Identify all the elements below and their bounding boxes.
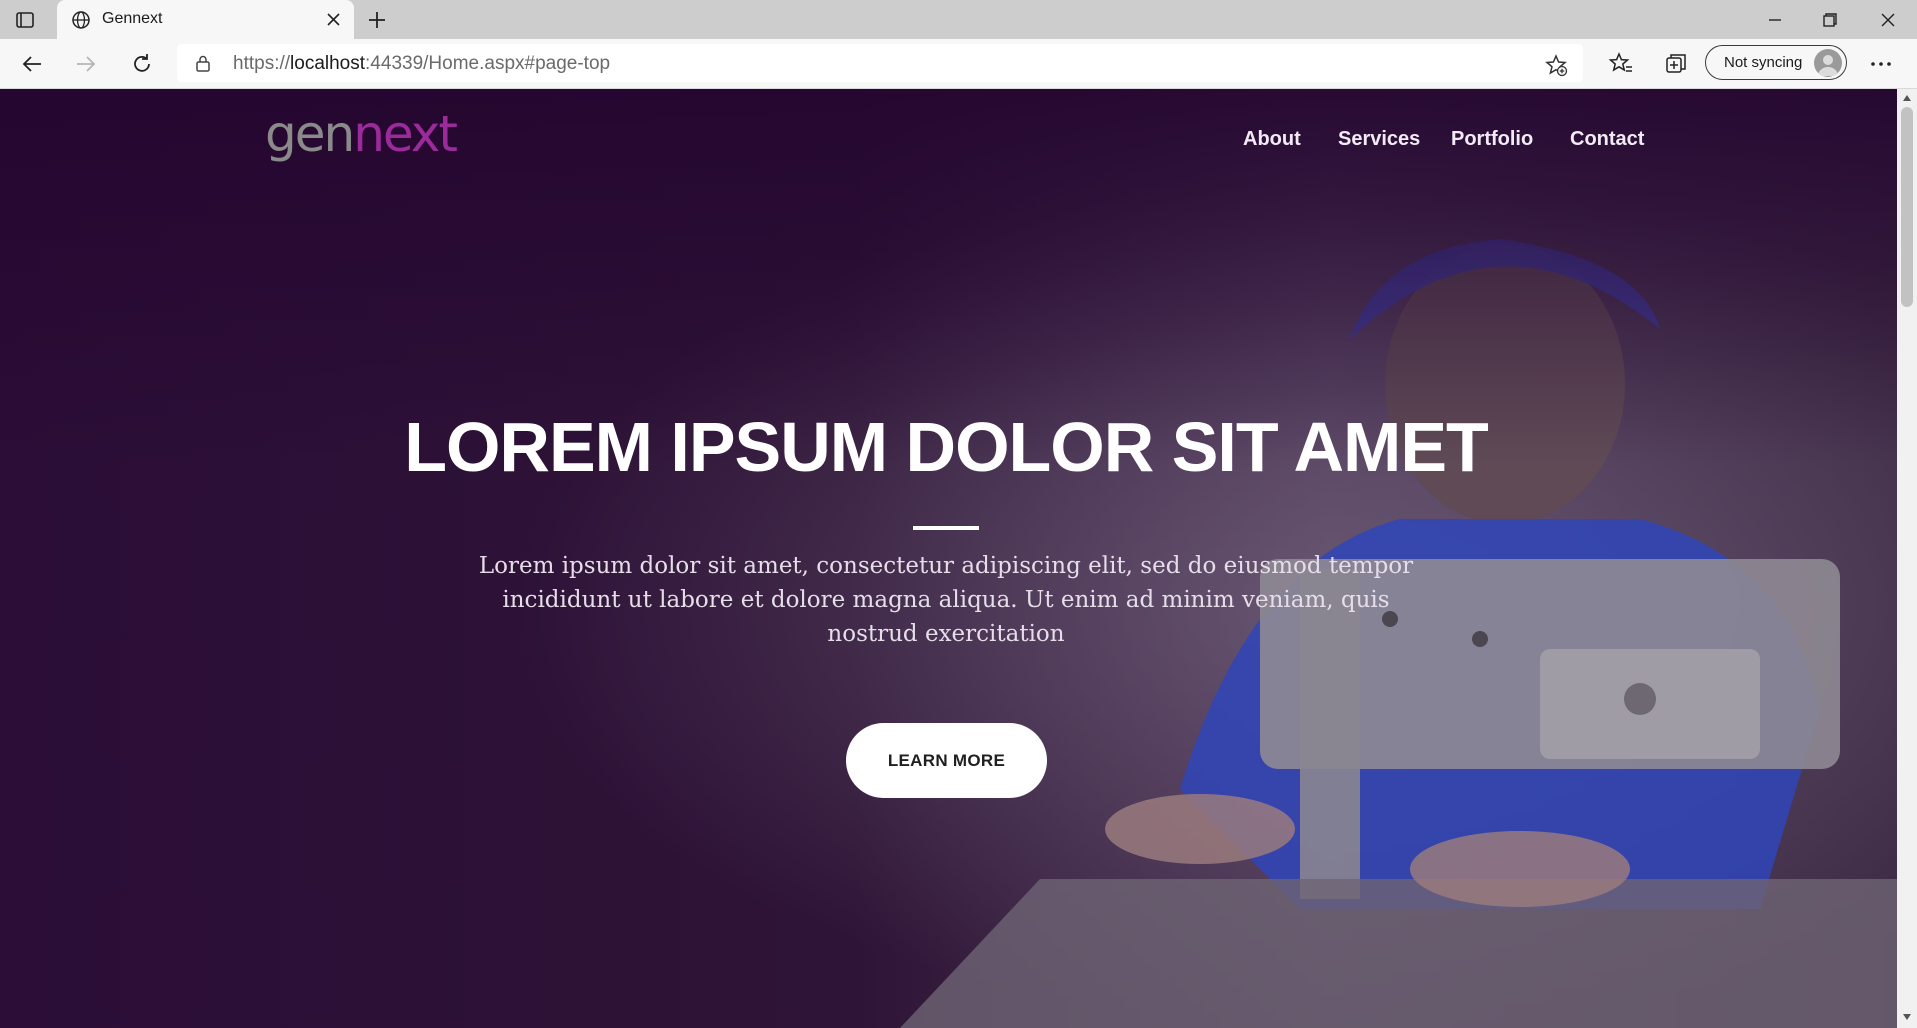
hero-divider	[913, 526, 979, 530]
sync-status-label: Not syncing	[1724, 54, 1803, 71]
nav-link-contact[interactable]: Contact	[1570, 128, 1644, 151]
logo-next-text: next	[353, 105, 458, 163]
refresh-icon[interactable]	[129, 51, 155, 77]
favorites-icon[interactable]	[1608, 51, 1634, 77]
hero-description: Lorem ipsum dolor sit amet, consectetur …	[478, 553, 1414, 647]
hero-title: LOREM IPSUM DOLOR SIT AMET	[404, 408, 1489, 486]
tab-actions-menu-icon[interactable]	[14, 10, 36, 30]
more-options-icon[interactable]	[1868, 51, 1894, 77]
url-path: :44339/Home.aspx#page-top	[365, 53, 611, 74]
browser-toolbar: https://localhost:44339/Home.aspx#page-t…	[0, 39, 1917, 89]
profile-sync-button[interactable]: Not syncing	[1705, 45, 1847, 80]
add-favorite-icon[interactable]	[1544, 53, 1568, 77]
globe-icon	[72, 11, 90, 29]
collections-icon[interactable]	[1663, 51, 1689, 77]
scrollbar-thumb[interactable]	[1901, 107, 1913, 307]
address-bar[interactable]: https://localhost:44339/Home.aspx#page-t…	[177, 44, 1583, 82]
nav-link-services[interactable]: Services	[1338, 128, 1420, 151]
url-scheme: https://	[233, 53, 291, 74]
url-host: localhost	[290, 53, 366, 74]
restore-window-icon[interactable]	[1818, 8, 1842, 32]
logo-gen-text: gen	[265, 105, 355, 163]
learn-more-button[interactable]: LEARN MORE	[846, 723, 1047, 798]
nav-link-portfolio[interactable]: Portfolio	[1451, 128, 1533, 151]
browser-tab-bar: Gennext	[0, 0, 1917, 39]
page-scrollbar[interactable]	[1897, 89, 1917, 1028]
tab-title: Gennext	[102, 10, 163, 27]
minimize-window-icon[interactable]	[1763, 8, 1787, 32]
page-viewport: gennext About Services Portfolio Contact…	[0, 89, 1897, 1028]
forward-arrow-icon[interactable]	[73, 51, 99, 77]
scroll-down-arrow-icon[interactable]	[1901, 1011, 1913, 1023]
close-window-icon[interactable]	[1876, 8, 1900, 32]
close-tab-icon[interactable]	[325, 11, 342, 28]
gennext-logo[interactable]: gennext	[265, 104, 458, 164]
back-arrow-icon[interactable]	[19, 51, 45, 77]
profile-avatar-icon	[1814, 49, 1842, 77]
lock-icon[interactable]	[194, 54, 212, 72]
new-tab-plus-icon[interactable]	[365, 8, 389, 32]
nav-link-about[interactable]: About	[1243, 128, 1301, 151]
scroll-up-arrow-icon[interactable]	[1901, 92, 1913, 104]
browser-tab-gennext[interactable]: Gennext	[57, 0, 354, 39]
url-text[interactable]: https://localhost:44339/Home.aspx#page-t…	[233, 53, 610, 75]
